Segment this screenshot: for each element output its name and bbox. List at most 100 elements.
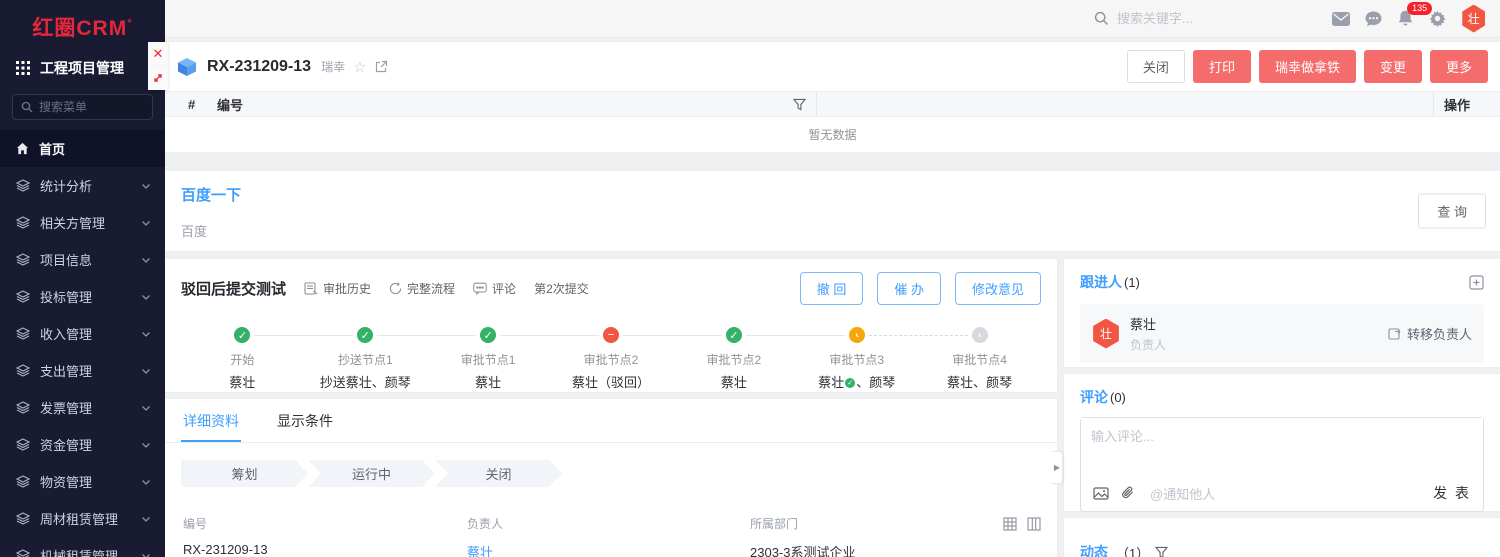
stage-stepper: 筹划 运行中 关闭 xyxy=(181,460,1041,487)
layers-icon xyxy=(16,512,30,525)
sidebar-item-invoice[interactable]: 发票管理 xyxy=(0,389,165,426)
check-circle-icon: ✓ xyxy=(726,327,742,343)
layers-icon xyxy=(16,179,30,192)
workflow-card: 驳回后提交测试 审批历史 完整流程 评论 xyxy=(165,259,1057,392)
sidebar-item-machine-lease[interactable]: 机械租赁管理 xyxy=(0,537,165,557)
sidebar-item-bidding[interactable]: 投标管理 xyxy=(0,278,165,315)
activity-filter-icon[interactable] xyxy=(1155,546,1168,557)
global-search-input[interactable] xyxy=(1117,11,1317,26)
activity-panel-title: 动态 xyxy=(1080,542,1108,557)
brand-logo: 红圈CRM° xyxy=(0,0,165,48)
mail-icon[interactable] xyxy=(1332,10,1350,28)
approver-name: 蔡壮 xyxy=(818,372,844,391)
table-header: # 编号 操作 xyxy=(165,91,1500,117)
sidebar-item-materials[interactable]: 物资管理 xyxy=(0,463,165,500)
expand-icon[interactable] xyxy=(148,66,168,90)
workflow-title: 驳回后提交测试 xyxy=(181,278,286,299)
stage-running[interactable]: 运行中 xyxy=(308,460,435,487)
change-button[interactable]: 变更 xyxy=(1364,50,1422,83)
layers-icon xyxy=(16,216,30,229)
modify-opinion-button[interactable]: 修改意见 xyxy=(955,272,1041,305)
filter-funnel-icon[interactable] xyxy=(777,92,817,116)
avatar[interactable]: 壮 xyxy=(1461,5,1486,33)
owner-link[interactable]: 蔡壮 xyxy=(467,542,750,557)
sidebar-item-related[interactable]: 相关方管理 xyxy=(0,204,165,241)
panel-collapse-handle[interactable]: ▶ xyxy=(1052,451,1063,484)
print-button[interactable]: 打印 xyxy=(1193,50,1251,83)
sidebar-item-income[interactable]: 收入管理 xyxy=(0,315,165,352)
gear-icon[interactable] xyxy=(1429,10,1446,28)
sidebar-search[interactable] xyxy=(12,94,153,120)
comment-link[interactable]: 评论 xyxy=(473,280,516,297)
approver-name: 、颜琴 xyxy=(856,372,895,391)
custom-action-button[interactable]: 瑞幸做拿铁 xyxy=(1259,50,1356,83)
approval-history-link[interactable]: 审批历史 xyxy=(304,280,371,297)
more-button[interactable]: 更多 xyxy=(1430,50,1488,83)
detail-card: 详细资料 显示条件 筹划 运行中 关闭 编号 RX-231209-13 xyxy=(165,399,1057,557)
chevron-down-icon xyxy=(141,255,151,265)
chevron-down-icon xyxy=(141,329,151,339)
comment-textarea[interactable] xyxy=(1081,418,1483,477)
full-flow-link[interactable]: 完整流程 xyxy=(389,280,455,297)
stage-closed[interactable]: 关闭 xyxy=(435,460,562,487)
brand-logo-degree: ° xyxy=(127,18,132,30)
layers-icon xyxy=(16,253,30,266)
close-button[interactable]: 关闭 xyxy=(1127,50,1185,83)
layers-icon xyxy=(16,401,30,414)
comment-link-label: 评论 xyxy=(492,280,516,297)
chat-icon[interactable] xyxy=(1365,10,1382,28)
column-view-icon[interactable] xyxy=(1027,517,1041,531)
layers-icon xyxy=(16,290,30,303)
external-link-icon[interactable] xyxy=(375,60,388,73)
withdraw-button[interactable]: 撤 回 xyxy=(800,272,864,305)
chevron-down-icon xyxy=(141,514,151,524)
history-icon xyxy=(304,282,318,295)
sidebar-item-label: 周材租赁管理 xyxy=(40,509,131,528)
float-tools: ✕ xyxy=(148,42,168,90)
table-view-icon[interactable] xyxy=(1003,517,1017,531)
bell-icon[interactable]: 135 xyxy=(1397,10,1414,28)
sidebar-search-input[interactable] xyxy=(39,100,149,114)
chevron-down-icon xyxy=(141,181,151,191)
comment-input-box: @通知他人 发 表 xyxy=(1080,417,1484,512)
sidebar-item-label: 统计分析 xyxy=(40,176,131,195)
image-attach-icon[interactable] xyxy=(1093,487,1109,500)
sidebar-item-label: 相关方管理 xyxy=(40,213,131,232)
star-icon[interactable]: ☆ xyxy=(353,58,366,76)
record-card: RX-231209-13 瑞幸 ☆ 关闭 打印 瑞幸做拿铁 变更 更多 xyxy=(165,42,1500,153)
layers-icon xyxy=(16,364,30,377)
app-switcher[interactable]: 工程项目管理 xyxy=(0,48,165,86)
global-search[interactable] xyxy=(1094,11,1317,26)
search-icon xyxy=(21,101,33,113)
empty-state: 暂无数据 xyxy=(165,117,1500,153)
sidebar-item-funds[interactable]: 资金管理 xyxy=(0,426,165,463)
sidebar-item-label: 发票管理 xyxy=(40,398,131,417)
follower-panel: 跟进人 (1) 壮 蔡壮 负责人 xyxy=(1064,259,1500,367)
publish-button[interactable]: 发 表 xyxy=(1433,483,1471,503)
sidebar-item-expense[interactable]: 支出管理 xyxy=(0,352,165,389)
notify-others-hint[interactable]: @通知他人 xyxy=(1150,484,1215,503)
baidu-section-title[interactable]: 百度一下 xyxy=(181,184,1484,205)
layers-icon xyxy=(16,438,30,451)
sidebar-item-turnover-lease[interactable]: 周材租赁管理 xyxy=(0,500,165,537)
step-approve4-pending: 审批节点4 蔡壮、颜琴 xyxy=(918,327,1041,391)
transfer-owner-button[interactable]: 转移负责人 xyxy=(1388,324,1472,343)
stage-planning[interactable]: 筹划 xyxy=(181,460,308,487)
sidebar-item-project-info[interactable]: 项目信息 xyxy=(0,241,165,278)
sidebar-item-stats[interactable]: 统计分析 xyxy=(0,167,165,204)
tab-display-conditions[interactable]: 显示条件 xyxy=(275,399,335,442)
sidebar-item-label: 支出管理 xyxy=(40,361,131,380)
sidebar-item-label: 项目信息 xyxy=(40,250,131,269)
column-header-code: 编号 xyxy=(217,95,777,114)
sidebar-item-home[interactable]: 首页 xyxy=(0,130,165,167)
paperclip-icon[interactable] xyxy=(1121,486,1134,500)
add-follower-icon[interactable] xyxy=(1469,275,1484,290)
close-icon[interactable]: ✕ xyxy=(148,42,168,66)
approval-history-label: 审批历史 xyxy=(323,280,371,297)
activity-panel: 动态 （1） xyxy=(1064,518,1500,557)
tab-detail-info[interactable]: 详细资料 xyxy=(181,399,241,442)
home-icon xyxy=(16,142,29,155)
urge-button[interactable]: 催 办 xyxy=(877,272,941,305)
query-button[interactable]: 查 询 xyxy=(1418,194,1486,229)
step-cc1: ✓ 抄送节点1 抄送蔡壮、颜琴 xyxy=(304,327,427,391)
